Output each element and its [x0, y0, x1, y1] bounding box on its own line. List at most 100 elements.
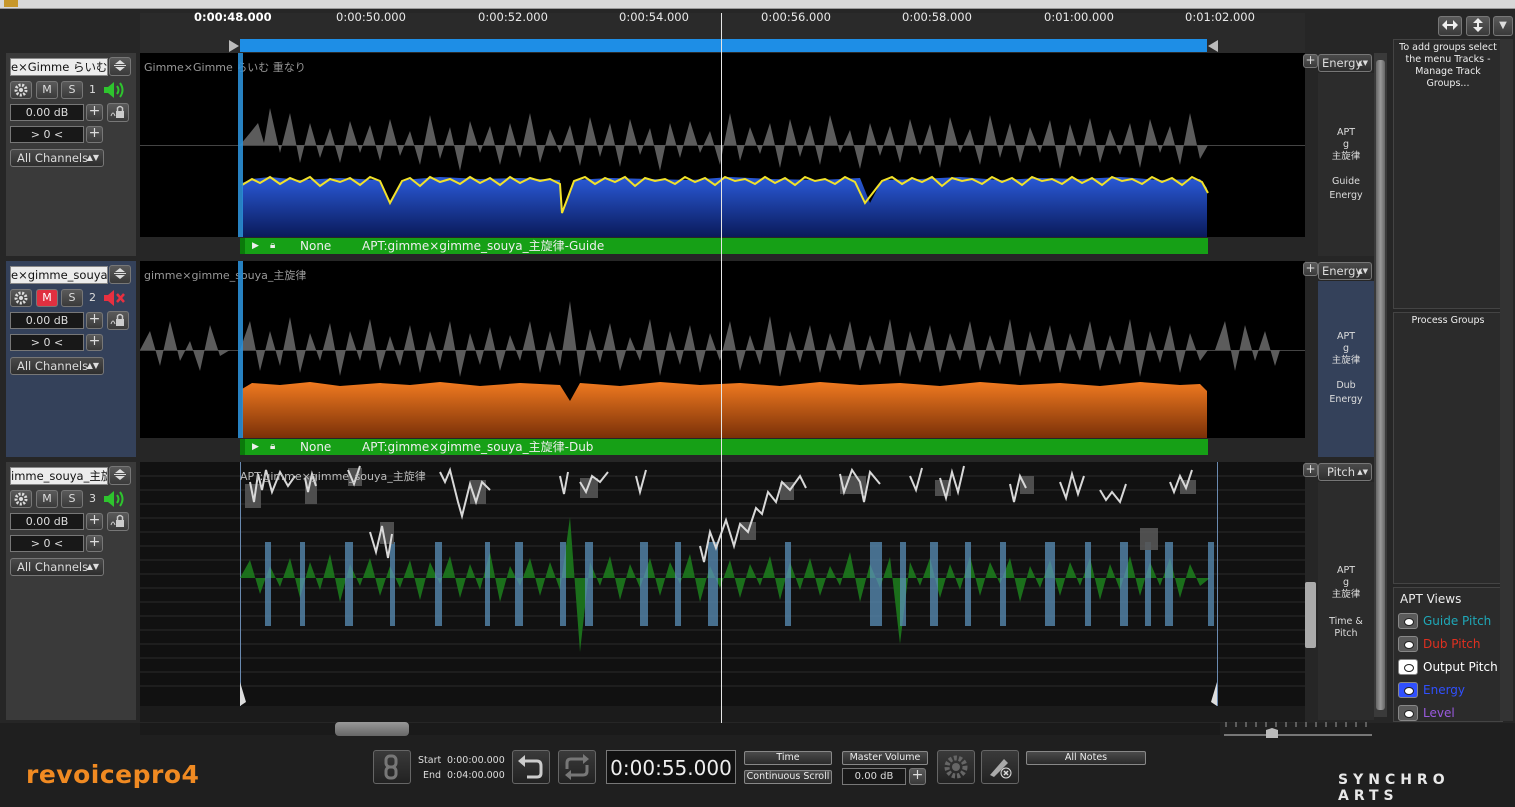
track-3-view-add-icon[interactable]: + [1303, 463, 1318, 477]
view-dub-pitch[interactable]: Dub Pitch [1423, 637, 1481, 651]
track-2-bar-label: APT:gimme×gimme_souya_主旋律-Dub [362, 440, 594, 454]
track-1-bar-label: APT:gimme×gimme_souya_主旋律-Guide [362, 239, 605, 253]
selection-end-handle[interactable] [1208, 40, 1218, 52]
master-volume-value[interactable]: 0.00 dB [842, 768, 906, 785]
dub-pitch-eye-icon[interactable] [1398, 636, 1418, 652]
scroll-mode-dropdown[interactable]: Continuous Scroll [744, 770, 832, 784]
time-mode-dropdown[interactable]: Time [744, 751, 832, 765]
track-1-offset-plus-icon[interactable]: + [86, 126, 103, 143]
track-2-solo-button[interactable]: S [61, 289, 83, 307]
track-2-name[interactable]: e×gimme_souya_主 [10, 266, 108, 284]
clear-edit-icon[interactable] [981, 750, 1019, 784]
track-3-lock-icon[interactable] [107, 512, 129, 531]
sidebar-scrollbar[interactable] [1500, 39, 1513, 721]
track-1-bar-none[interactable]: None [300, 238, 331, 254]
track-1-channels-dropdown[interactable]: All Channels ▲▼ [10, 149, 104, 167]
track-1-bar-lock-icon[interactable]: 🔒︎ [270, 238, 275, 254]
master-volume-label: Master Volume [849, 752, 921, 763]
track-1-view-add-icon[interactable]: + [1303, 54, 1318, 68]
track-1-view-dropdown[interactable]: Energy ▲▼ [1318, 54, 1372, 72]
undo-icon[interactable] [512, 750, 550, 784]
track-3-lane[interactable]: APT:gimme×gimme_souya_主旋律 [140, 462, 1305, 706]
track-3-channels-value: All Channels [17, 560, 89, 574]
menu-chevron-down-icon[interactable]: ▼ [1493, 16, 1513, 36]
track-2-lock-icon[interactable] [107, 311, 129, 330]
end-value[interactable]: 0:04:00.000 [447, 770, 505, 781]
track-2-channels-dropdown[interactable]: All Channels ▲▼ [10, 357, 104, 375]
view-level[interactable]: Level [1423, 706, 1455, 720]
track-2-settings-gear-icon[interactable] [10, 289, 32, 307]
track-2-lane[interactable]: gimme×gimme_souya_主旋律 [140, 261, 1305, 438]
track-2-gain[interactable]: 0.00 dB [10, 312, 84, 329]
track-3-view-dropdown[interactable]: Pitch ▲▼ [1318, 463, 1372, 481]
notes-filter-dropdown[interactable]: All Notes [1026, 751, 1146, 765]
vertical-scrollbar-thumb[interactable] [1376, 60, 1385, 710]
process-gear-icon[interactable] [937, 750, 975, 784]
horizontal-scrollbar-thumb[interactable] [335, 722, 409, 736]
track-1-play-icon[interactable]: ▶ [252, 238, 259, 254]
guide-pitch-eye-icon[interactable] [1398, 613, 1418, 629]
track-1-offset[interactable]: > 0 < [10, 126, 84, 143]
view-guide-pitch[interactable]: Guide Pitch [1423, 614, 1491, 628]
track-2-play-icon[interactable]: ▶ [252, 439, 259, 455]
horizontal-zoom-slider[interactable] [1224, 720, 1372, 740]
view-energy[interactable]: Energy [1423, 683, 1465, 697]
track-3-settings-gear-icon[interactable] [10, 490, 32, 508]
track-3-gain[interactable]: 0.00 dB [10, 513, 84, 530]
level-eye-icon[interactable] [1398, 705, 1418, 721]
master-volume-plus-icon[interactable]: + [909, 768, 926, 785]
track-2-offset-plus-icon[interactable]: + [86, 334, 103, 351]
horizontal-scrollbar[interactable] [140, 723, 1220, 735]
track-2-speaker-muted-icon[interactable] [102, 288, 128, 311]
track-3-solo-button[interactable]: S [61, 490, 83, 508]
track-2-offset[interactable]: > 0 < [10, 334, 84, 351]
track-2-bar-lock-icon[interactable]: 🔒︎ [270, 439, 275, 455]
track-3-offset-plus-icon[interactable]: + [86, 535, 103, 552]
link-chain-icon[interactable] [373, 750, 411, 784]
track-1-view-value: Energy [1322, 56, 1363, 70]
fit-vertical-icon[interactable] [1466, 16, 1490, 36]
track-3-channels-dropdown[interactable]: All Channels ▲▼ [10, 558, 104, 576]
fit-horizontal-icon[interactable] [1438, 16, 1462, 36]
ruler-tick-label: 0:00:48.000 [194, 10, 272, 24]
track-2-gain-plus-icon[interactable]: + [86, 312, 103, 329]
track-3-resize-icon[interactable] [109, 466, 131, 485]
selection-start-handle[interactable] [229, 40, 239, 52]
track-2-view-add-icon[interactable]: + [1303, 262, 1318, 276]
current-time-display[interactable]: 0:00:55.000 [606, 750, 736, 784]
loop-icon[interactable] [558, 750, 596, 784]
track-1-speaker-on-icon[interactable] [102, 80, 128, 103]
track-2-side-panel: APT g 主旋律 Dub Energy [1318, 281, 1374, 457]
track-2-bar-none[interactable]: None [300, 439, 331, 455]
panel-text: Guide [1332, 176, 1360, 187]
track-1-channels-value: All Channels [17, 151, 89, 165]
track-3-offset[interactable]: > 0 < [10, 535, 84, 552]
track-2-resize-icon[interactable] [109, 265, 131, 284]
track-1-solo-button[interactable]: S [61, 81, 83, 99]
playhead-cursor[interactable] [721, 13, 722, 723]
master-volume-dropdown[interactable]: Master Volume [842, 751, 928, 765]
track-3-speaker-on-icon[interactable] [102, 489, 128, 512]
track-1-settings-gear-icon[interactable] [10, 81, 32, 99]
track-2-mute-button[interactable]: M [36, 289, 58, 307]
track-2-segment-bar[interactable]: ▶ 🔒︎ None APT:gimme×gimme_souya_主旋律-Dub [240, 439, 1208, 455]
output-pitch-eye-icon[interactable] [1398, 659, 1418, 675]
panel-text: 主旋律 [1331, 589, 1361, 600]
track-1-mute-button[interactable]: M [36, 81, 58, 99]
track-3-gain-plus-icon[interactable]: + [86, 513, 103, 530]
start-value[interactable]: 0:00:00.000 [447, 755, 505, 766]
view-output-pitch[interactable]: Output Pitch [1423, 660, 1498, 674]
selection-range-bar[interactable] [240, 39, 1207, 52]
track-2-view-dropdown[interactable]: Energy ▲▼ [1318, 262, 1372, 280]
track-1-lock-icon[interactable] [107, 103, 129, 122]
energy-eye-icon[interactable] [1398, 682, 1418, 698]
track-1-name[interactable]: e×Gimme らいむ [10, 58, 108, 76]
track-1-resize-icon[interactable] [109, 57, 131, 76]
track-1-gain[interactable]: 0.00 dB [10, 104, 84, 121]
track-1-segment-bar[interactable]: ▶ 🔒︎ None APT:gimme×gimme_souya_主旋律-Guid… [240, 238, 1208, 254]
track-3-name[interactable]: imme_souya_主旋 [10, 467, 108, 485]
track-3-mute-button[interactable]: M [36, 490, 58, 508]
track-1-gain-plus-icon[interactable]: + [86, 104, 103, 121]
track-1-lane[interactable]: Gimme×Gimme らいむ 重なり [140, 53, 1305, 237]
track-3-zoom-slider[interactable] [1305, 582, 1316, 648]
